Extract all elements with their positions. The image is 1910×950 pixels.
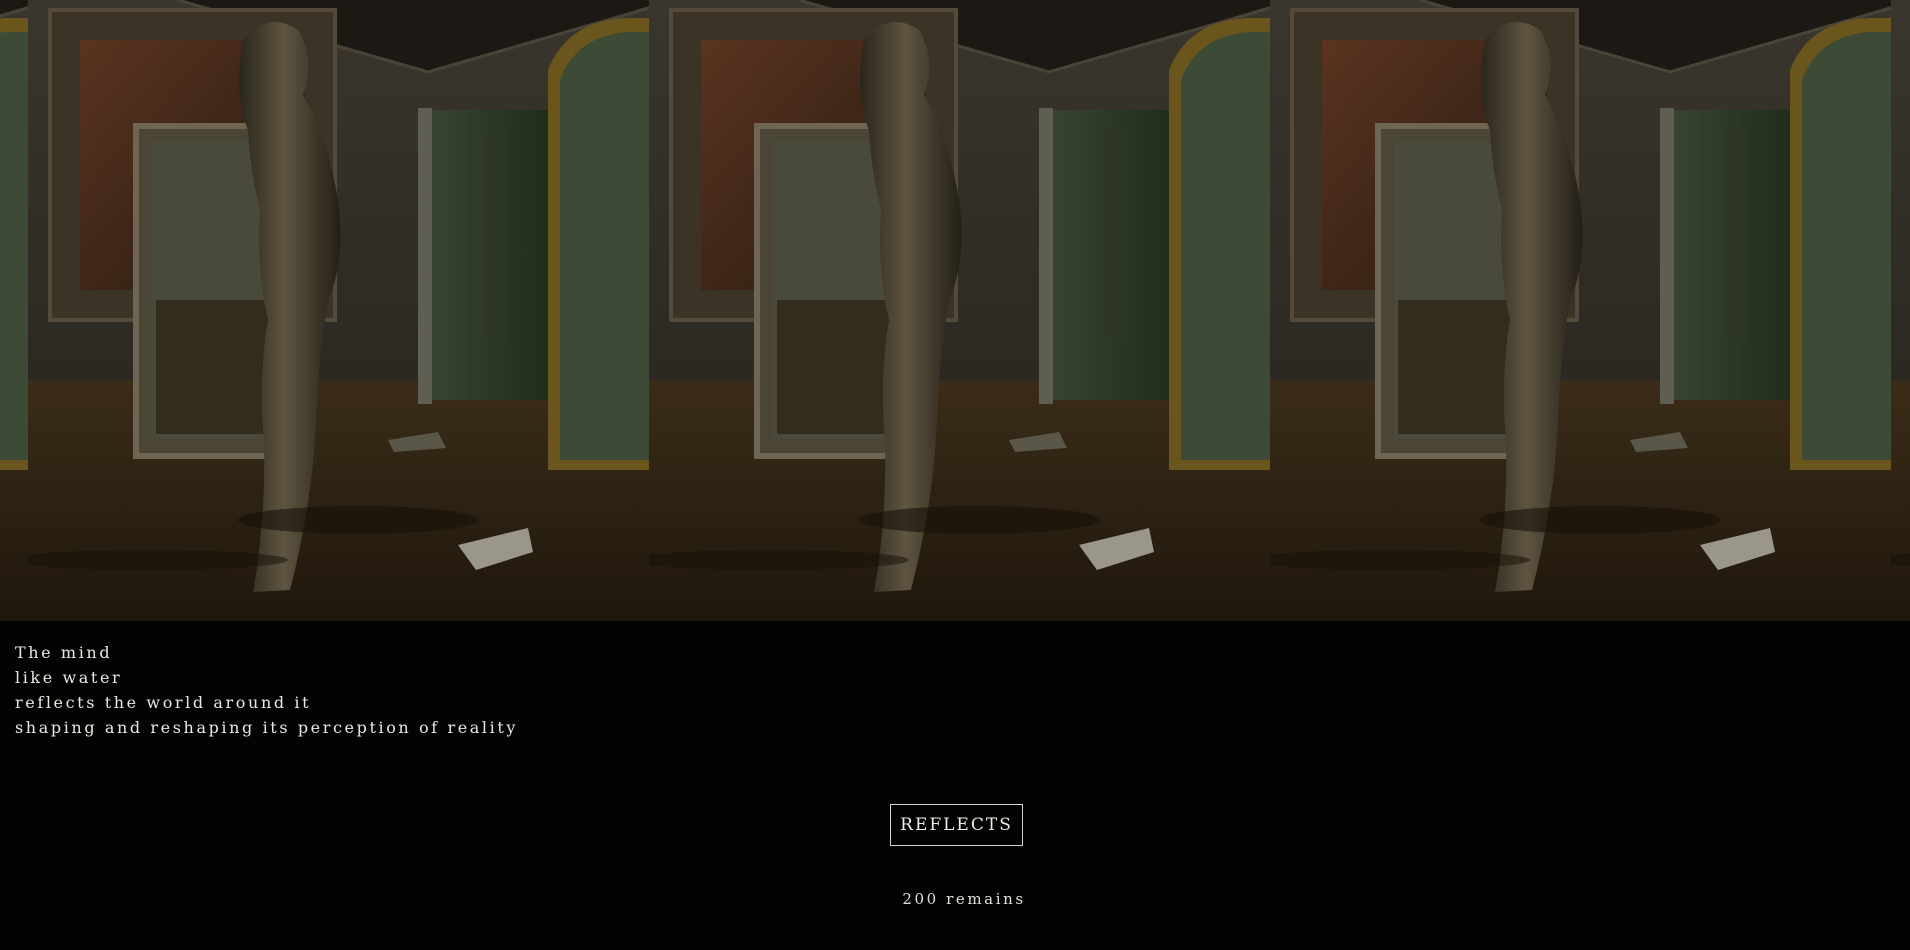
- poem-line: reflects the world around it: [15, 693, 312, 712]
- gallery-image-2: [649, 0, 1270, 621]
- gallery-image-1: [28, 0, 649, 621]
- poem-line: shaping and reshaping its perception of …: [15, 718, 519, 737]
- gallery-image-3: [1270, 0, 1891, 621]
- remaining-count: 200 remains: [902, 890, 1026, 908]
- poem-line: like water: [15, 668, 123, 687]
- poem-line: The mind: [15, 643, 113, 662]
- poem-text: The mind like water reflects the world a…: [15, 640, 518, 740]
- reflects-button[interactable]: REFLECTS: [890, 804, 1023, 846]
- gallery-image-partial-right: [1891, 0, 1910, 621]
- image-gallery: [0, 0, 1910, 621]
- gallery-image-partial: [0, 0, 28, 621]
